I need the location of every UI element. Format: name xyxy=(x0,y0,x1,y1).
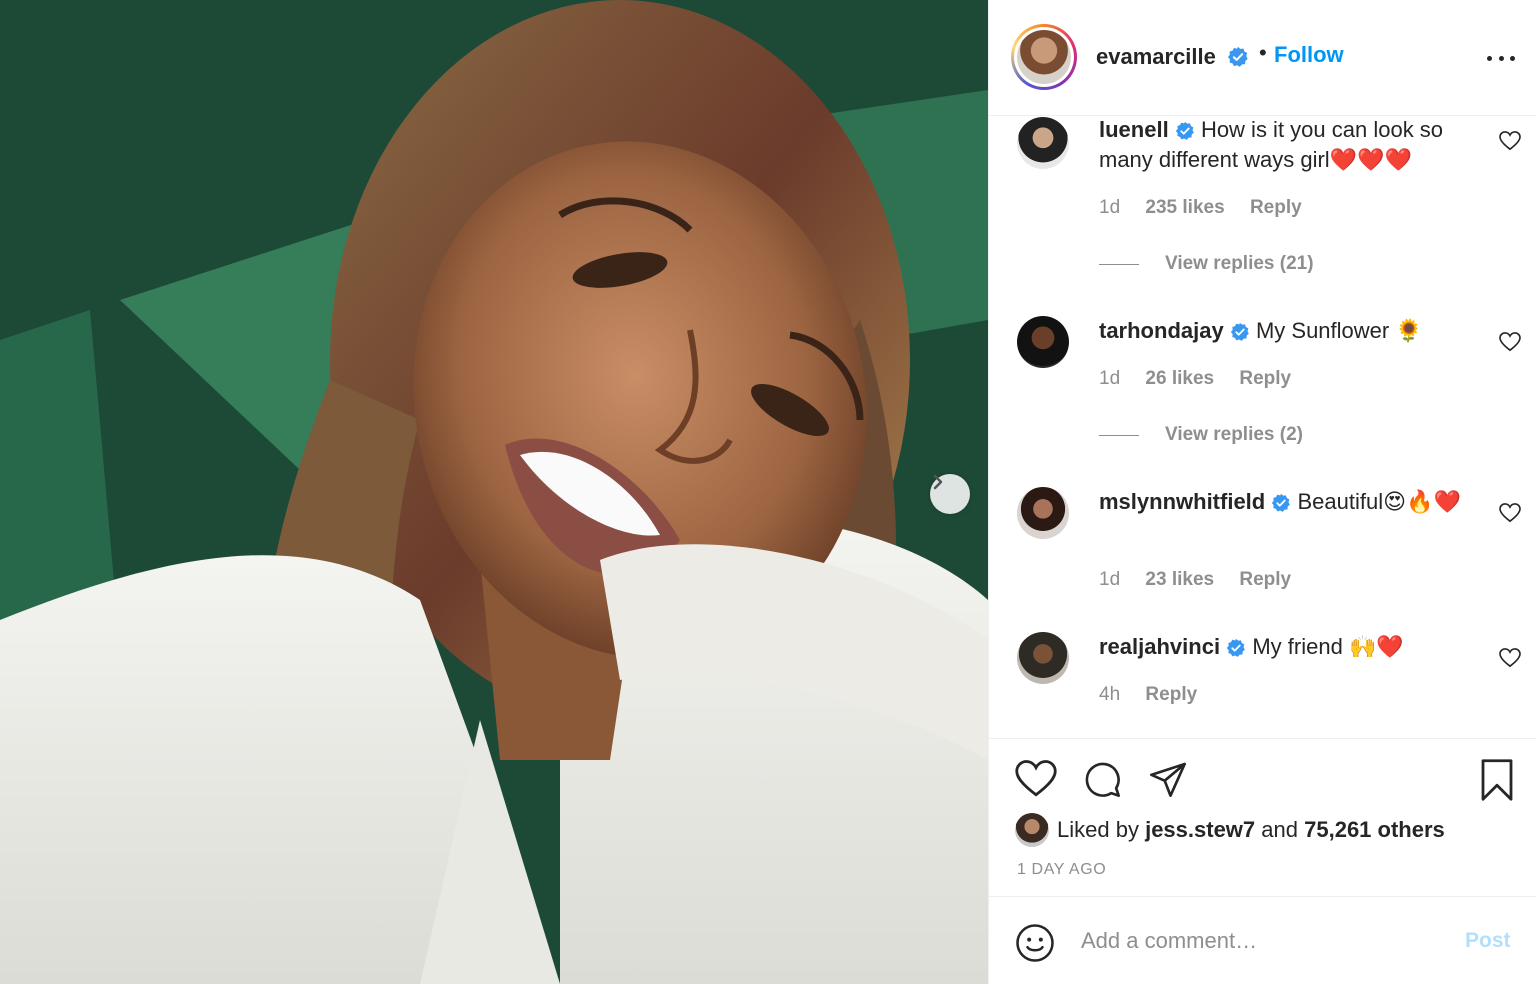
liked-and: and xyxy=(1261,817,1298,842)
more-options-icon[interactable] xyxy=(1487,46,1515,70)
comments-list[interactable]: luenell How is it you can look so many d… xyxy=(989,117,1536,737)
post-timestamp[interactable]: 1 DAY AGO xyxy=(1017,861,1106,879)
liked-by-others[interactable]: 75,261 others xyxy=(1304,817,1445,842)
view-replies-label: View replies (21) xyxy=(1165,253,1314,274)
comment-meta: 1d 235 likes Reply xyxy=(1099,197,1322,219)
comment-meta: 1d 26 likes Reply xyxy=(1099,368,1311,390)
commenter-username[interactable]: tarhondajay xyxy=(1099,318,1224,343)
like-heart-icon[interactable] xyxy=(1015,759,1057,799)
comment-likes[interactable]: 23 likes xyxy=(1145,569,1214,590)
view-replies-label: View replies (2) xyxy=(1165,424,1303,445)
share-icon[interactable] xyxy=(1147,759,1189,799)
commenter-username[interactable]: luenell xyxy=(1099,117,1169,142)
post-side-panel: evamarcille • Follow luenell How is it y… xyxy=(988,0,1536,984)
comment-likes[interactable]: 26 likes xyxy=(1145,368,1214,389)
liked-by-avatar[interactable] xyxy=(1015,813,1049,847)
author-avatar-frame xyxy=(1014,27,1074,87)
heart-icon[interactable] xyxy=(1499,648,1521,668)
heart-icon[interactable] xyxy=(1499,332,1521,352)
bookmark-icon[interactable] xyxy=(1477,759,1517,801)
liked-by-user[interactable]: jess.stew7 xyxy=(1145,817,1255,842)
photo-illustration xyxy=(0,0,988,984)
comment-input[interactable] xyxy=(1081,925,1421,957)
header-separator: • xyxy=(1259,40,1267,65)
comment-text: tarhondajay My Sunflower 🌻 xyxy=(1099,316,1484,346)
comment-body: My friend xyxy=(1252,634,1343,659)
comment-emoji: 😍🔥❤️ xyxy=(1383,489,1461,514)
liked-prefix: Liked by xyxy=(1057,817,1139,842)
replies-divider xyxy=(1099,434,1139,436)
liked-by-text: Liked by jess.stew7 and 75,261 others xyxy=(1057,817,1445,843)
chevron-right-icon xyxy=(933,474,943,490)
reply-button[interactable]: Reply xyxy=(1239,569,1291,590)
post-photo xyxy=(0,0,988,984)
author-avatar-image xyxy=(1017,30,1071,84)
commenter-username[interactable]: realjahvinci xyxy=(1099,634,1220,659)
view-replies-button[interactable]: View replies (2) xyxy=(1099,424,1303,446)
verified-badge-icon xyxy=(1227,639,1246,658)
verified-badge-icon xyxy=(1230,323,1249,342)
comment-age: 1d xyxy=(1099,569,1121,590)
comment-emoji: 🌻 xyxy=(1395,318,1423,343)
comment-emoji: 🙌❤️ xyxy=(1348,634,1404,659)
heart-icon[interactable] xyxy=(1499,131,1521,151)
follow-button[interactable]: Follow xyxy=(1274,42,1344,68)
commenter-avatar[interactable] xyxy=(1017,316,1069,368)
commenter-avatar[interactable] xyxy=(1017,632,1069,684)
heart-icon[interactable] xyxy=(1499,503,1521,523)
comment-body: My Sunflower xyxy=(1255,318,1390,343)
comment-text: luenell How is it you can look so many d… xyxy=(1099,117,1484,175)
reply-button[interactable]: Reply xyxy=(1239,368,1291,389)
add-comment-bar: Post xyxy=(989,896,1536,984)
post-actions: Liked by jess.stew7 and 75,261 others 1 … xyxy=(989,738,1536,896)
comment-meta: 4h Reply xyxy=(1099,684,1217,706)
post-header: evamarcille • Follow xyxy=(989,0,1536,116)
verified-badge-icon xyxy=(1175,122,1194,141)
comment-likes[interactable]: 235 likes xyxy=(1145,197,1224,218)
author-username[interactable]: evamarcille xyxy=(1096,44,1216,70)
smiley-icon[interactable] xyxy=(1015,923,1055,963)
comment-body: Beautiful xyxy=(1297,489,1384,514)
verified-badge-icon xyxy=(1227,46,1249,68)
comment-emoji: ❤️❤️❤️ xyxy=(1329,147,1412,172)
comment-age: 1d xyxy=(1099,368,1121,389)
view-replies-button[interactable]: View replies (21) xyxy=(1099,253,1314,275)
replies-divider xyxy=(1099,263,1139,265)
commenter-avatar[interactable] xyxy=(1017,117,1069,169)
comment-age: 4h xyxy=(1099,684,1121,705)
reply-button[interactable]: Reply xyxy=(1145,684,1197,705)
commenter-username[interactable]: mslynnwhitfield xyxy=(1099,489,1265,514)
commenter-avatar[interactable] xyxy=(1017,487,1069,539)
comment-text: realjahvinci My friend 🙌❤️ xyxy=(1099,632,1484,662)
author-avatar[interactable] xyxy=(1011,24,1077,90)
comment-age: 1d xyxy=(1099,197,1121,218)
comment-text: mslynnwhitfield Beautiful😍🔥❤️ xyxy=(1099,487,1484,517)
post-comment-button[interactable]: Post xyxy=(1465,929,1511,953)
comment-icon[interactable] xyxy=(1081,759,1123,799)
verified-badge-icon xyxy=(1272,494,1291,513)
reply-button[interactable]: Reply xyxy=(1250,197,1302,218)
comment-meta: 1d 23 likes Reply xyxy=(1099,569,1311,591)
next-photo-button[interactable] xyxy=(930,474,970,514)
